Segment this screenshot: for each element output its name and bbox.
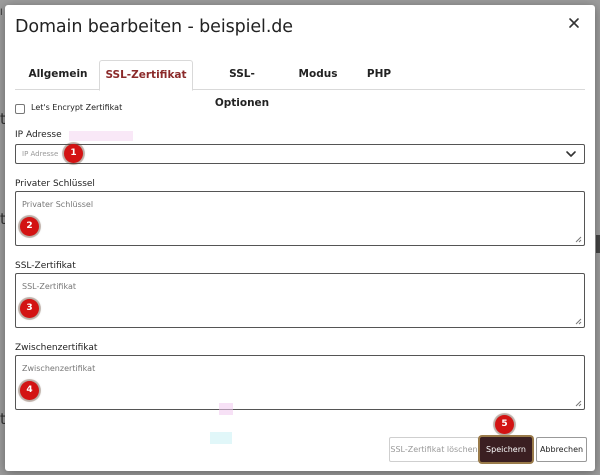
marker-3: 3	[20, 299, 39, 318]
marker-5: 5	[495, 415, 514, 434]
ssl-certificate-placeholder: SSL-Zertifikat	[22, 282, 76, 291]
tab-ssl-zertifikat[interactable]: SSL-Zertifikat	[99, 60, 193, 91]
tab-php[interactable]: PHP	[359, 60, 399, 90]
dialog-title: Domain bearbeiten - beispiel.de	[15, 17, 293, 37]
letsencrypt-label: Let's Encrypt Zertifikat	[31, 103, 123, 112]
delete-certificate-button[interactable]: SSL-Zertifikat löschen	[389, 437, 479, 462]
private-key-textarea[interactable]: Privater Schlüssel	[15, 191, 585, 246]
decorative-ghost	[69, 131, 133, 141]
intermediate-certificate-textarea[interactable]: Zwischenzertifikat	[15, 355, 585, 410]
ip-address-placeholder: IP Adresse	[22, 150, 59, 158]
ssl-certificate-label: SSL-Zertifikat	[15, 261, 76, 271]
tab-allgemein[interactable]: Allgemein	[21, 60, 95, 90]
tab-modus[interactable]: Modus	[293, 60, 343, 90]
marker-2: 2	[20, 217, 39, 236]
tab-ssl-optionen[interactable]: SSL-Optionen	[203, 60, 281, 109]
decorative-ghost	[219, 403, 233, 415]
ssl-certificate-textarea[interactable]: SSL-Zertifikat	[15, 273, 585, 328]
close-icon	[569, 18, 579, 28]
ip-address-label: IP Adresse	[15, 130, 62, 140]
save-button[interactable]: Speichern	[480, 437, 532, 462]
private-key-placeholder: Privater Schlüssel	[22, 200, 94, 209]
private-key-label: Privater Schlüssel	[15, 179, 95, 189]
close-button[interactable]	[566, 16, 582, 32]
marker-4: 4	[20, 381, 39, 400]
edit-domain-dialog: Domain bearbeiten - beispiel.de Allgemei…	[5, 5, 595, 471]
background-fragment	[596, 235, 600, 253]
intermediate-certificate-label: Zwischenzertifikat	[15, 343, 98, 353]
letsencrypt-checkbox[interactable]	[15, 104, 25, 114]
marker-1: 1	[64, 144, 83, 163]
tab-bar: Allgemein SSL-Zertifikat SSL-Optionen Mo…	[15, 60, 585, 109]
background-fragment: I	[0, 8, 3, 18]
resize-grip-icon[interactable]	[575, 318, 582, 325]
resize-grip-icon[interactable]	[575, 400, 582, 407]
resize-grip-icon[interactable]	[575, 236, 582, 243]
decorative-ghost	[210, 432, 232, 444]
chevron-down-icon	[566, 151, 576, 157]
cancel-button[interactable]: Abbrechen	[536, 437, 587, 462]
intermediate-certificate-placeholder: Zwischenzertifikat	[22, 364, 96, 373]
ip-address-select[interactable]: IP Adresse	[15, 144, 585, 164]
